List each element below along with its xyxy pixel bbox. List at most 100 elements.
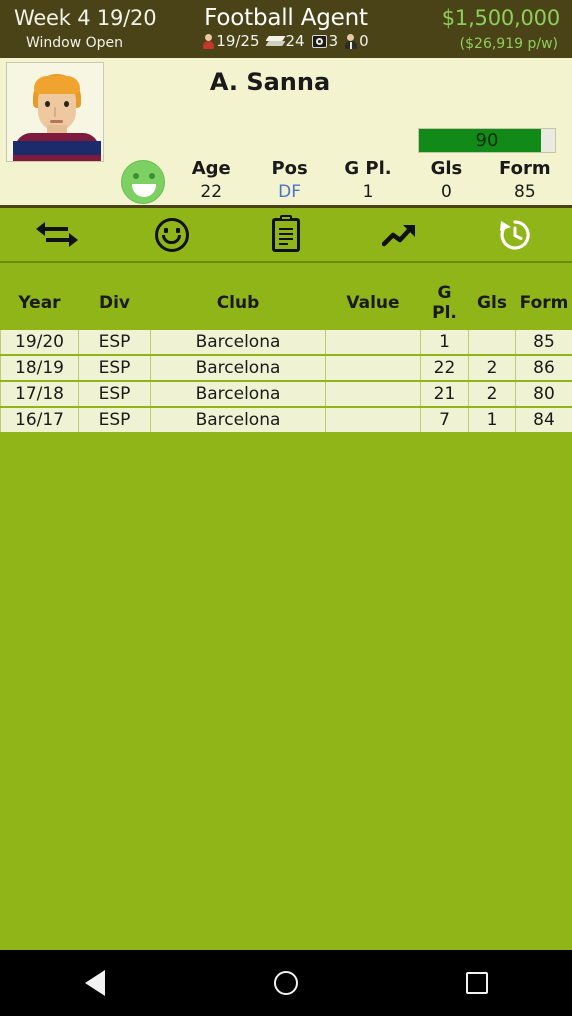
- cell-club: Barcelona: [150, 354, 326, 382]
- recents-icon: [465, 972, 488, 994]
- cell-value: [325, 380, 421, 408]
- table-row[interactable]: 17/18 ESP Barcelona 21 2 80: [0, 380, 572, 408]
- android-back-button[interactable]: [0, 970, 191, 996]
- table-row[interactable]: 19/20 ESP Barcelona 1 85: [0, 328, 572, 356]
- cell-div: ESP: [78, 328, 151, 356]
- stat-clients-value: 19/25: [216, 32, 260, 50]
- history-tab[interactable]: [458, 207, 572, 262]
- cell-div: ESP: [78, 406, 151, 434]
- column-header-year: Year: [0, 281, 79, 329]
- happy-face-icon: [121, 160, 165, 204]
- android-recents-button[interactable]: [381, 972, 572, 994]
- trend-up-icon: [382, 222, 418, 248]
- cell-club: Barcelona: [150, 380, 326, 408]
- stat-value: DF: [278, 182, 302, 202]
- stat-scouts[interactable]: 3: [311, 32, 339, 50]
- cell-value: [325, 354, 421, 382]
- stat-scouts-value: 3: [328, 32, 339, 50]
- column-header-value: Value: [325, 281, 421, 329]
- android-navigation-bar: [0, 950, 572, 1016]
- top-status-header: Week 4 19/20 Football Agent $1,500,000 W…: [0, 0, 572, 58]
- transfer-arrows-icon: [36, 221, 79, 248]
- column-header-goals: Gls: [468, 281, 516, 329]
- balance-amount: $1,500,000: [441, 6, 560, 30]
- cell-games-played: 1: [420, 328, 469, 356]
- agent-icon: [345, 34, 358, 49]
- column-header-club: Club: [150, 281, 326, 329]
- cell-form: 85: [515, 328, 572, 356]
- player-stat-grid: Age 22 Pos DF G Pl. 1 Gls 0 Form 85: [172, 158, 564, 204]
- transfer-tab[interactable]: [0, 207, 114, 262]
- table-header-row: Year Div Club Value G Pl. Gls Form: [0, 281, 572, 329]
- cell-form: 84: [515, 406, 572, 434]
- cell-goals: 2: [468, 380, 516, 408]
- player-stat-goals: Gls 0: [407, 158, 485, 204]
- career-history-panel: Year Div Club Value G Pl. Gls Form 19/20…: [0, 263, 572, 950]
- cell-year: 19/20: [0, 328, 79, 356]
- column-header-div: Div: [78, 281, 151, 329]
- app-root: Week 4 19/20 Football Agent $1,500,000 W…: [0, 0, 572, 1016]
- player-stat-form: Form 85: [486, 158, 564, 204]
- stat-contracts[interactable]: 24: [264, 32, 305, 50]
- table-row[interactable]: 16/17 ESP Barcelona 7 1 84: [0, 406, 572, 434]
- cell-games-played: 21: [420, 380, 469, 408]
- stat-agents[interactable]: 0: [345, 34, 369, 49]
- header-row-secondary: Window Open 19/25 24 3 0 ($26,919 p/w): [0, 33, 572, 57]
- stat-value: 1: [362, 182, 374, 202]
- eye-icon: [311, 35, 327, 48]
- cell-goals: 2: [468, 354, 516, 382]
- stat-value: 0: [441, 182, 452, 202]
- player-portrait[interactable]: [6, 62, 104, 162]
- cell-div: ESP: [78, 380, 151, 408]
- cell-div: ESP: [78, 354, 151, 382]
- contract-tab[interactable]: [229, 207, 343, 262]
- table-row[interactable]: 18/19 ESP Barcelona 22 2 86: [0, 354, 572, 382]
- column-header-form: Form: [515, 281, 572, 329]
- cell-goals: 1: [468, 406, 516, 434]
- contract-icon: [264, 35, 286, 48]
- android-home-button[interactable]: [191, 971, 382, 995]
- stat-label: Gls: [430, 158, 463, 179]
- morale-tab[interactable]: [114, 207, 228, 262]
- back-icon: [85, 970, 106, 996]
- cell-year: 18/19: [0, 354, 79, 382]
- clipboard-icon: [272, 214, 301, 252]
- player-name: A. Sanna: [209, 68, 331, 96]
- player-tab-toolbar: [0, 208, 572, 263]
- stat-label: G Pl.: [344, 158, 392, 179]
- player-stat-games-played: G Pl. 1: [329, 158, 407, 204]
- stat-contracts-value: 24: [285, 32, 305, 50]
- stat-label: Pos: [271, 158, 308, 179]
- stat-agents-value: 0: [359, 32, 369, 50]
- cell-club: Barcelona: [150, 328, 326, 356]
- player-stat-pos: Pos DF: [250, 158, 328, 204]
- home-icon: [274, 971, 298, 995]
- weekly-wage-total: ($26,919 p/w): [459, 36, 558, 52]
- column-header-games-played: G Pl.: [420, 281, 469, 329]
- cell-year: 16/17: [0, 406, 79, 434]
- stat-clients[interactable]: 19/25: [203, 32, 260, 50]
- smiley-face-icon: [154, 217, 189, 252]
- player-rating-value: 90: [475, 130, 499, 151]
- cell-year: 17/18: [0, 380, 79, 408]
- stat-label: Form: [499, 158, 551, 179]
- history-clock-icon: [497, 217, 533, 253]
- cell-form: 86: [515, 354, 572, 382]
- stat-label: Age: [191, 158, 231, 179]
- stat-value: 22: [200, 182, 223, 202]
- stat-value: 85: [514, 182, 536, 202]
- player-summary-card: A. Sanna 90 Age 22 Pos DF G Pl. 1 Gls 0: [0, 58, 572, 260]
- cell-club: Barcelona: [150, 406, 326, 434]
- career-history-table: Year Div Club Value G Pl. Gls Form 19/20…: [0, 281, 572, 434]
- cell-value: [325, 406, 421, 434]
- header-row-primary: Week 4 19/20 Football Agent $1,500,000: [0, 2, 572, 34]
- cell-value: [325, 328, 421, 356]
- progress-tab[interactable]: [343, 207, 457, 262]
- player-rating-bar: 90: [418, 128, 556, 153]
- player-stat-age: Age 22: [172, 158, 250, 204]
- cell-games-played: 22: [420, 354, 469, 382]
- cell-goals: [468, 328, 516, 356]
- person-icon: [203, 34, 215, 49]
- cell-form: 80: [515, 380, 572, 408]
- cell-games-played: 7: [420, 406, 469, 434]
